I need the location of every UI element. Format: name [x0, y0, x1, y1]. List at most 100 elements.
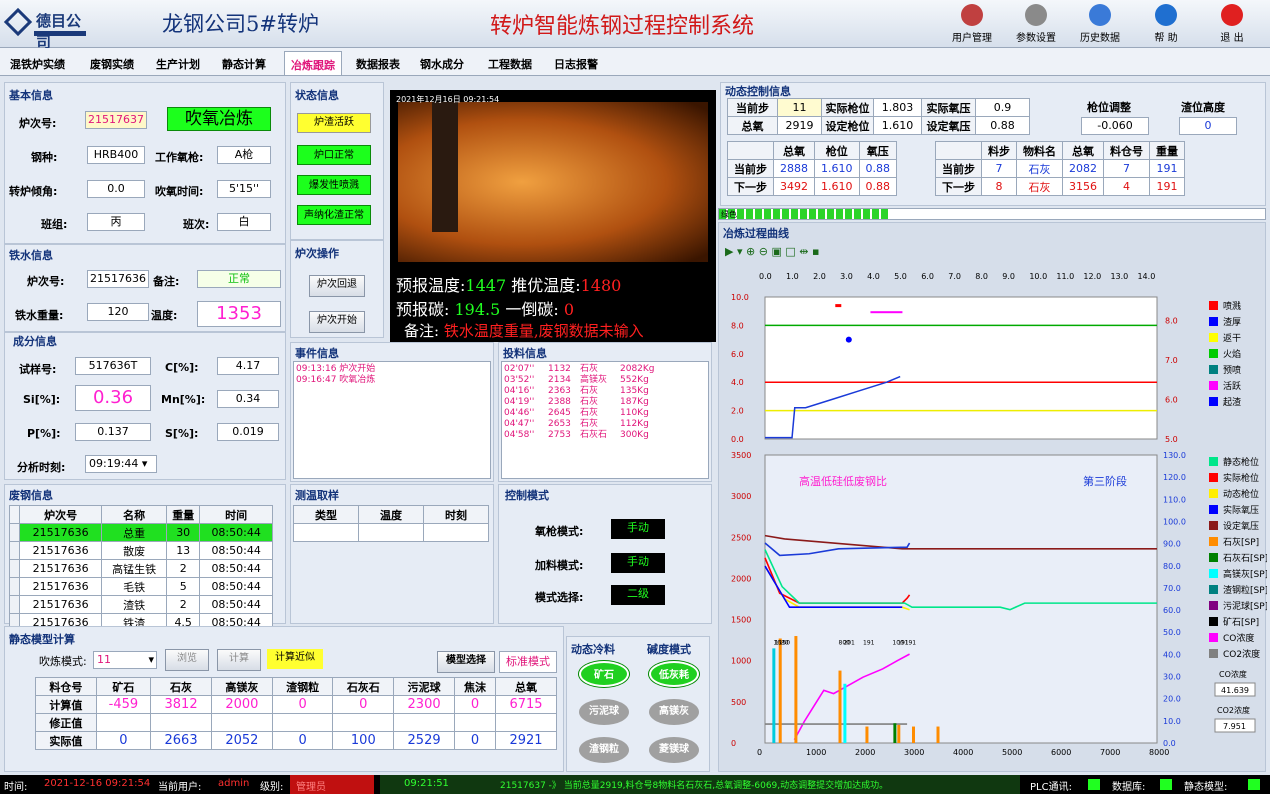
legend-label: 返干: [1223, 332, 1241, 344]
bottom-y2-tick: 90.0: [1163, 540, 1181, 549]
legend-swatch: [1209, 601, 1218, 610]
feed-bar: [772, 648, 776, 743]
table-row[interactable]: 21517636 散废 13 08:50:44: [9, 541, 273, 560]
temp-sample-table: 类型 温度 时刻: [293, 505, 489, 542]
legend-label: 渣厚: [1223, 316, 1241, 328]
plc-label: PLC通讯:: [1030, 782, 1072, 793]
users-icon: [961, 4, 983, 26]
table-row[interactable]: 21517636 总重 30 08:50:44: [9, 523, 273, 542]
top-y-tick: 8.0: [731, 321, 744, 330]
menu-static[interactable]: 静态计算: [222, 56, 266, 72]
mn-value: 0.34: [217, 390, 279, 408]
feed-item: 04'58'' 2753 石灰石 300Kg: [504, 430, 649, 440]
static-model-title: 静态模型计算: [9, 633, 75, 646]
menu-tracking[interactable]: 冶炼跟踪: [284, 51, 342, 75]
feed-mode[interactable]: 手动: [611, 553, 665, 573]
forecast-carbon: 194.5: [454, 300, 501, 319]
note-label: 备注:: [404, 322, 440, 340]
heat-start-button[interactable]: 炉次开始: [309, 311, 365, 333]
sludge-ball-button[interactable]: 污泥球: [579, 699, 629, 725]
blow-mode-select[interactable]: 11 ▾: [93, 651, 157, 669]
static-model-panel: 静态模型计算 吹炼模式: 11 ▾ 浏览 计算 计算近似 模型选择 标准模式 料仓…: [4, 626, 564, 772]
preview-button[interactable]: 浏览: [165, 649, 209, 671]
table-row[interactable]: 21517636 毛铁 5 08:50:44: [9, 577, 273, 596]
top-x-tick: 8.0: [975, 272, 988, 281]
first-carbon-label: 一倒碳:: [505, 300, 559, 319]
mg-ball-button[interactable]: 菱镁球: [649, 737, 699, 763]
status-slag-active: 炉渣活跃: [297, 113, 371, 133]
lance-mode[interactable]: 手动: [611, 519, 665, 539]
menu-reports[interactable]: 数据报表: [356, 56, 400, 72]
legend-label: 喷溅: [1223, 300, 1241, 312]
event-title: 事件信息: [295, 347, 339, 360]
zoom-out-icon[interactable]: ⊖: [759, 245, 768, 258]
bar-label: 100: [892, 639, 904, 646]
history-button[interactable]: 历史数据: [1072, 2, 1128, 46]
bottom-y-tick: 3000: [731, 492, 751, 501]
menu-engineering[interactable]: 工程数据: [488, 56, 532, 72]
s-label: S[%]:: [165, 427, 199, 440]
user-management-button[interactable]: 用户管理: [944, 2, 1000, 46]
feed-panel: 投料信息 02'07'' 1132 石灰 2082Kg 03'52'' 2134 高镁灰 55…: [498, 342, 712, 482]
cursor-icon[interactable]: ⇹: [799, 245, 808, 258]
bottom-y-tick: 0: [731, 739, 736, 748]
select-icon[interactable]: ▣: [771, 245, 781, 258]
model-standard[interactable]: 标准模式: [499, 651, 557, 673]
bottom-x-tick: 8000: [1149, 748, 1169, 757]
high-mg-button[interactable]: 高镁灰: [649, 699, 699, 725]
legend-swatch: [1209, 553, 1218, 562]
mode-select[interactable]: 二级: [611, 585, 665, 605]
legend-swatch: [1209, 617, 1218, 626]
menu-alarms[interactable]: 日志报警: [554, 56, 598, 72]
settings-icon: [1025, 4, 1047, 26]
status-title: 状态信息: [295, 89, 339, 102]
pan-icon[interactable]: □: [785, 245, 795, 258]
calculate-button[interactable]: 计算: [217, 649, 261, 671]
legend-label: 静态枪位: [1223, 456, 1259, 468]
calc-approx[interactable]: 计算近似: [267, 649, 323, 669]
top-x-tick: 2.0: [813, 272, 826, 281]
iron-weight: 120: [87, 303, 149, 321]
ore-button[interactable]: 矿石: [579, 661, 629, 687]
help-icon: [1155, 4, 1177, 26]
legend-label: 活跃: [1223, 380, 1241, 392]
event-panel: 事件信息 09:13:16 炉次开始 09:16:47 吹氧冶炼: [290, 342, 494, 482]
composition-panel: 成分信息 试样号: 517636T C[%]: 4.17 Si[%]: 0.36…: [4, 332, 286, 480]
legend-swatch: [1209, 505, 1218, 514]
menu-plan[interactable]: 生产计划: [156, 56, 200, 72]
table-row[interactable]: 21517636 渣铁 2 08:50:44: [9, 595, 273, 614]
slag-steel-button[interactable]: 渣钢粒: [579, 737, 629, 763]
process-curve-panel: 冶炼过程曲线 ▶ ▾ ⊕ ⊖ ▣ □ ⇹ ▪ 0.0 1.0 2.0 3.0 4.0 5.…: [718, 222, 1267, 772]
mn-label: Mn[%]:: [161, 393, 206, 406]
model-select-button[interactable]: 模型选择: [437, 651, 495, 673]
bottom-y2-tick: 10.0: [1163, 717, 1181, 726]
iron-note-label: 备注:: [153, 275, 180, 288]
bar-label: 1680: [773, 639, 788, 646]
low-ash-button[interactable]: 低灰耗: [649, 661, 699, 687]
menu-composition[interactable]: 钢水成分: [420, 56, 464, 72]
settings-button[interactable]: 参数设置: [1008, 2, 1064, 46]
chevron-down-icon[interactable]: ▾: [737, 245, 743, 258]
temp-sample-panel: 测温取样 类型 温度 时刻: [290, 484, 494, 624]
analysis-time-label: 分析时刻:: [17, 461, 66, 474]
tilt-label: 转炉倾角:: [9, 185, 58, 198]
menu-iron-mixer[interactable]: 混铁炉实绩: [10, 56, 65, 72]
legend-label: 设定氧压: [1223, 520, 1259, 532]
analysis-time-select[interactable]: 09:19:44 ▾: [85, 455, 157, 473]
si-label: Si[%]:: [23, 393, 61, 406]
menu-scrap[interactable]: 废钢实绩: [90, 56, 134, 72]
scrap-title: 废钢信息: [9, 489, 53, 502]
zoom-in-icon[interactable]: ⊕: [746, 245, 755, 258]
table-row[interactable]: 21517636 高锰生铁 2 08:50:44: [9, 559, 273, 578]
status-sonar: 声纳化渣正常: [297, 205, 371, 225]
bottom-y2-tick: 60.0: [1163, 606, 1181, 615]
heat-rollback-button[interactable]: 炉次回退: [309, 275, 365, 297]
steel-grade: HRB400: [87, 146, 145, 164]
status-level: 管理员: [290, 775, 374, 794]
exit-button[interactable]: 退 出: [1204, 2, 1260, 46]
help-button[interactable]: 帮 助: [1138, 2, 1194, 46]
save-icon[interactable]: ▪: [812, 245, 819, 258]
play-icon[interactable]: ▶: [725, 245, 733, 258]
event-item: 09:16:47 吹氧冶炼: [296, 375, 376, 385]
bottom-y2-tick: 100.0: [1163, 517, 1186, 526]
